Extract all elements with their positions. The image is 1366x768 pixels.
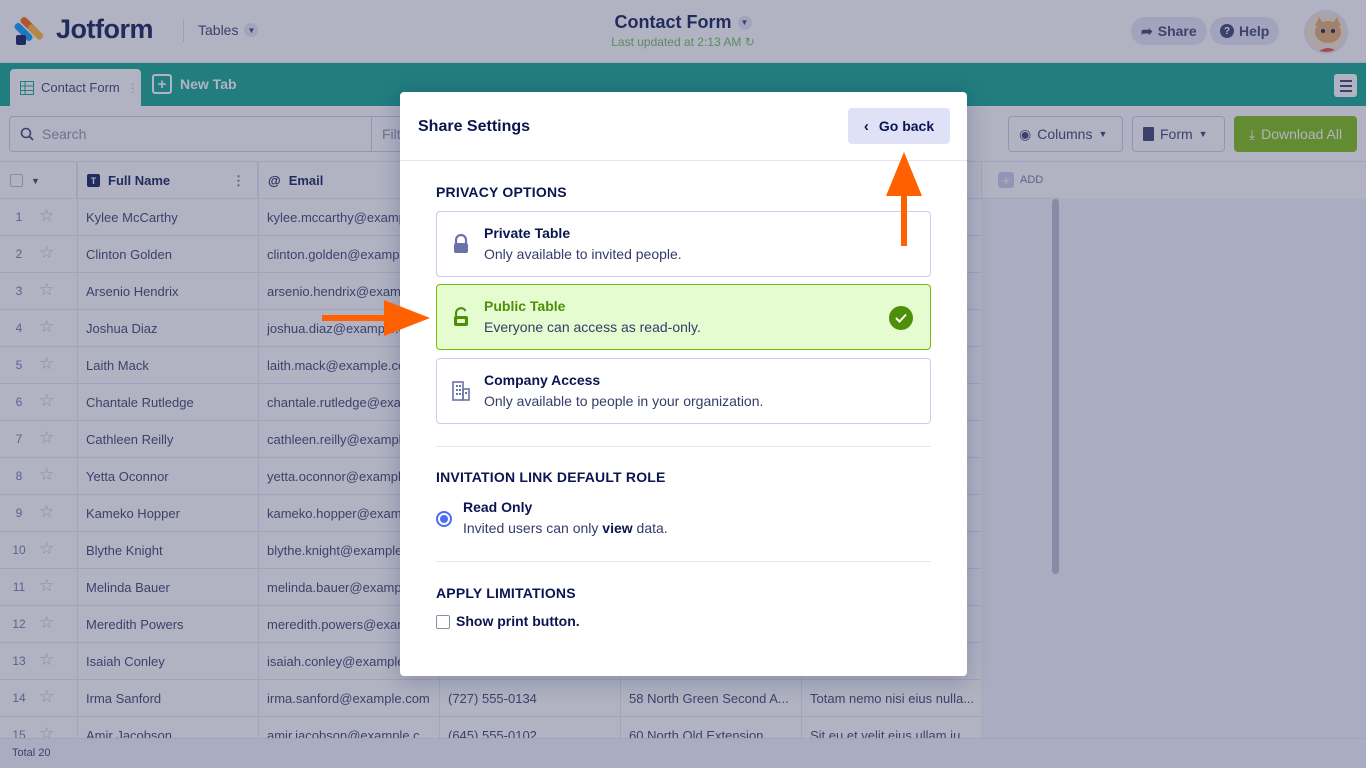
option-name: Company Access [484, 372, 601, 388]
section-divider [436, 561, 931, 562]
private-table-option[interactable]: Private Table Only available to invited … [436, 211, 931, 277]
annotation-arrow-up-icon [886, 152, 922, 246]
share-settings-modal: Share Settings ‹ Go back PRIVACY OPTIONS… [400, 92, 967, 676]
role-desc-text: data. [632, 520, 668, 536]
show-print-label[interactable]: Show print button. [456, 613, 580, 629]
public-table-option[interactable]: Public Table Everyone can access as read… [436, 284, 931, 350]
role-description: Invited users can only view data. [463, 520, 668, 536]
option-description: Everyone can access as read-only. [484, 319, 701, 335]
option-description: Only available to people in your organiz… [484, 393, 764, 409]
unlock-icon [454, 307, 468, 326]
role-desc-emphasis: view [602, 520, 633, 536]
go-back-label: Go back [878, 118, 935, 134]
go-back-button[interactable]: ‹ Go back [848, 108, 950, 144]
option-name: Private Table [484, 225, 571, 241]
lock-icon [454, 233, 468, 253]
modal-header: Share Settings ‹ Go back [400, 92, 967, 161]
apply-limitations-title: APPLY LIMITATIONS [436, 585, 576, 601]
invitation-role-title: INVITATION LINK DEFAULT ROLE [436, 469, 666, 485]
role-name: Read Only [463, 499, 533, 515]
show-print-checkbox[interactable] [436, 615, 450, 629]
check-circle-icon [889, 306, 913, 330]
building-icon [452, 381, 470, 401]
role-desc-text: Invited users can only [463, 520, 603, 536]
privacy-options-title: PRIVACY OPTIONS [436, 184, 567, 200]
company-access-option[interactable]: Company Access Only available to people … [436, 358, 931, 424]
option-name: Public Table [484, 298, 566, 314]
chevron-left-icon: ‹ [863, 117, 869, 135]
option-description: Only available to invited people. [484, 246, 682, 262]
section-divider [436, 446, 931, 447]
read-only-radio[interactable] [436, 511, 452, 527]
modal-title: Share Settings [418, 118, 531, 135]
annotation-arrow-right-icon [322, 300, 430, 336]
